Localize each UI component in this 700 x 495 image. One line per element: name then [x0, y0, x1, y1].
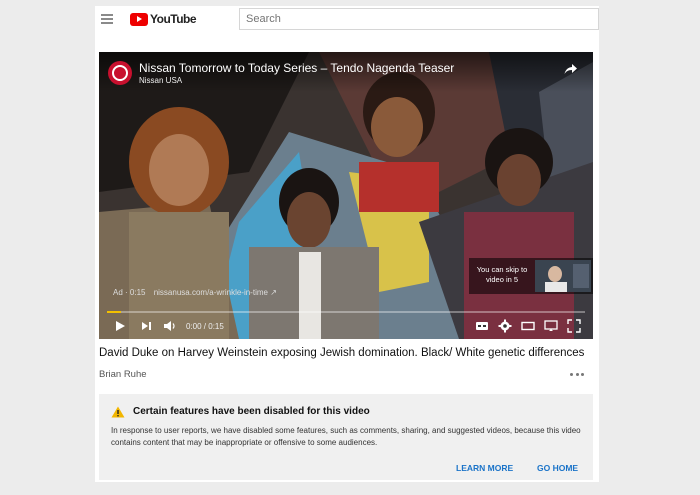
progress-bar[interactable]	[107, 311, 585, 313]
next-icon[interactable]	[139, 319, 153, 333]
video-player[interactable]: Nissan Tomorrow to Today Series – Tendo …	[99, 52, 593, 339]
search-input[interactable]	[239, 8, 599, 30]
video-title-heading: David Duke on Harvey Weinstein exposing …	[99, 347, 585, 359]
top-bar: YouTube	[95, 6, 599, 32]
time-display: 0:00 / 0:15	[186, 322, 224, 331]
logo-text: YouTube	[150, 12, 197, 26]
warning-icon	[111, 406, 125, 418]
go-home-link[interactable]: GO HOME	[537, 463, 578, 473]
captions-icon[interactable]	[475, 319, 489, 333]
play-icon[interactable]	[113, 319, 127, 333]
fullscreen-icon[interactable]	[567, 319, 581, 333]
cast-icon[interactable]	[544, 319, 558, 333]
player-title-bar: Nissan Tomorrow to Today Series – Tendo …	[99, 52, 593, 92]
next-video-thumbnail	[535, 260, 591, 292]
ad-label: Ad · 0:15	[113, 288, 146, 297]
channel-author[interactable]: Brian Ruhe	[99, 369, 147, 380]
notice-body: In response to user reports, we have dis…	[111, 426, 581, 447]
youtube-logo[interactable]: YouTube	[130, 12, 197, 26]
youtube-page: YouTube Search Nissan Tomorrow to Today …	[95, 6, 599, 482]
notice-title: Certain features have been disabled for …	[133, 406, 370, 417]
skip-ad-box[interactable]: You can skip to video in 5	[469, 258, 593, 294]
share-icon[interactable]	[564, 63, 578, 75]
learn-more-link[interactable]: LEARN MORE	[456, 463, 513, 473]
player-video-title[interactable]: Nissan Tomorrow to Today Series – Tendo …	[139, 61, 454, 75]
volume-icon[interactable]	[163, 319, 177, 333]
youtube-play-logo-icon	[130, 12, 148, 26]
progress-bar-fill	[107, 311, 122, 313]
ad-url-link[interactable]: nissanusa.com/a-wrinkle-in-time	[154, 288, 268, 297]
theater-mode-icon[interactable]	[521, 319, 535, 333]
ad-info: Ad · 0:15 nissanusa.com/a-wrinkle-in-tim…	[113, 288, 277, 297]
nissan-logo-avatar[interactable]	[108, 61, 132, 85]
more-options-icon[interactable]	[570, 370, 584, 378]
external-link-icon[interactable]: ↗	[270, 288, 277, 297]
player-controls: 0:00 / 0:15	[99, 315, 593, 337]
skip-ad-text: You can skip to video in 5	[476, 265, 528, 284]
settings-gear-icon[interactable]	[498, 319, 512, 333]
player-channel-name[interactable]: Nissan USA	[139, 76, 182, 85]
disabled-features-notice: Certain features have been disabled for …	[99, 394, 593, 480]
hamburger-menu-icon[interactable]	[101, 14, 113, 24]
